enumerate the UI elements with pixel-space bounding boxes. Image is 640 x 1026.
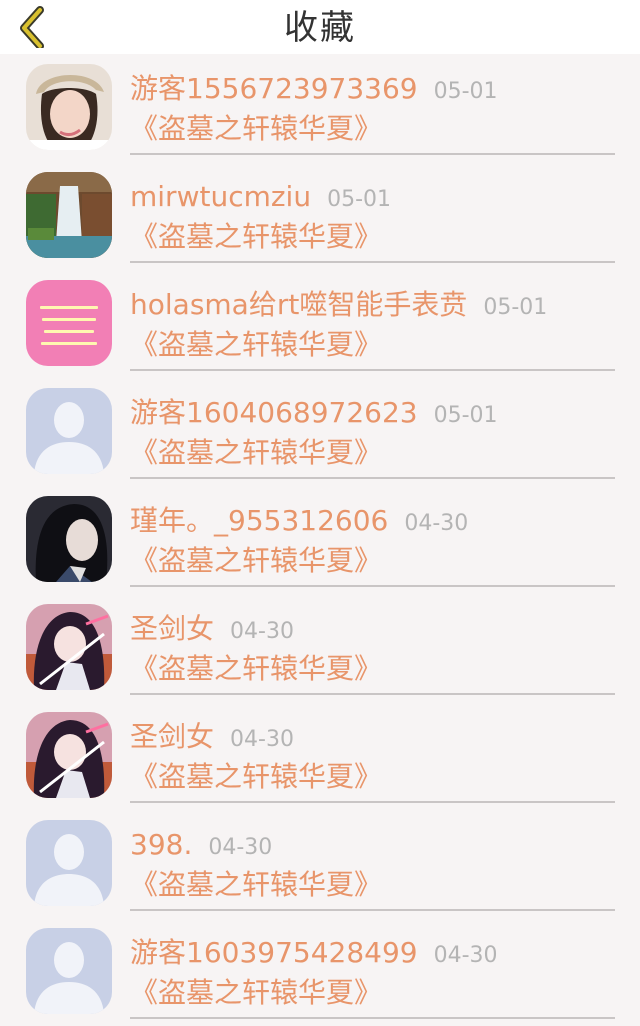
list-item[interactable]: 游客1603975428499 04-30 《盗墓之轩辕华夏》: [0, 918, 640, 1026]
username: 圣剑女: [130, 612, 215, 645]
item-header: 圣剑女 04-30: [130, 610, 294, 648]
date-label: 04-30: [230, 619, 294, 644]
divider: [130, 909, 615, 911]
username: 圣剑女: [130, 720, 215, 753]
username: 游客1603975428499: [130, 936, 418, 969]
date-label: 05-01: [433, 403, 498, 428]
book-title: 《盗墓之轩辕华夏》: [130, 760, 383, 793]
date-label: 05-01: [483, 295, 548, 320]
item-header: 圣剑女 04-30: [130, 718, 294, 756]
avatar-waterfall: [26, 172, 112, 258]
item-header: holasma给rt噬智能手表贲 05-01: [130, 286, 547, 324]
person-placeholder-icon: [26, 388, 112, 474]
book-title: 《盗墓之轩辕华夏》: [130, 220, 383, 253]
item-header: 398. 04-30: [130, 826, 272, 864]
avatar-anime-girl: [26, 604, 112, 690]
divider: [130, 693, 615, 695]
avatar-pink-text: [26, 280, 112, 366]
date-label: 04-30: [230, 727, 294, 752]
date-label: 04-30: [404, 511, 469, 536]
avatar-photo-girl: [26, 64, 112, 150]
divider: [130, 261, 615, 263]
divider: [130, 477, 615, 479]
book-title: 《盗墓之轩辕华夏》: [130, 868, 383, 901]
favorites-list: 游客1556723973369 05-01 《盗墓之轩辕华夏》 mirwtucmz…: [0, 54, 640, 1026]
book-title: 《盗墓之轩辕华夏》: [130, 328, 383, 361]
divider: [130, 1017, 615, 1019]
pink-quote-icon: [26, 280, 112, 366]
book-title: 《盗墓之轩辕华夏》: [130, 976, 383, 1009]
username: mirwtucmziu: [130, 180, 312, 213]
username: 398.: [130, 828, 193, 861]
list-item[interactable]: 瑾年。_955312606 04-30 《盗墓之轩辕华夏》: [0, 486, 640, 594]
anime-avatar-icon: [26, 604, 112, 690]
list-item[interactable]: 游客1604068972623 05-01 《盗墓之轩辕华夏》: [0, 378, 640, 486]
user-photo-icon: [26, 496, 112, 582]
divider: [130, 369, 615, 371]
item-header: 瑾年。_955312606 04-30: [130, 502, 468, 540]
list-item[interactable]: 圣剑女 04-30 《盗墓之轩辕华夏》: [0, 702, 640, 810]
avatar-dark-girl: [26, 496, 112, 582]
list-item[interactable]: 398. 04-30 《盗墓之轩辕华夏》: [0, 810, 640, 918]
waterfall-photo-icon: [26, 172, 112, 258]
header-bar: 收藏: [0, 0, 640, 54]
username: 瑾年。_955312606: [130, 504, 389, 537]
user-photo-icon: [26, 64, 112, 150]
anime-avatar-icon: [26, 712, 112, 798]
divider: [130, 585, 615, 587]
avatar-default-person: [26, 928, 112, 1014]
avatar-anime-girl: [26, 712, 112, 798]
avatar-default-person: [26, 388, 112, 474]
date-label: 05-01: [327, 187, 392, 212]
book-title: 《盗墓之轩辕华夏》: [130, 112, 383, 145]
divider: [130, 801, 615, 803]
username: 游客1604068972623: [130, 396, 418, 429]
list-item[interactable]: holasma给rt噬智能手表贲 05-01 《盗墓之轩辕华夏》: [0, 270, 640, 378]
item-header: mirwtucmziu 05-01: [130, 178, 391, 216]
username: 游客1556723973369: [130, 72, 418, 105]
page-title: 收藏: [284, 8, 356, 48]
username: holasma给rt噬智能手表贲: [130, 288, 468, 321]
date-label: 05-01: [433, 79, 498, 104]
person-placeholder-icon: [26, 928, 112, 1014]
list-item[interactable]: 游客1556723973369 05-01 《盗墓之轩辕华夏》: [0, 54, 640, 162]
avatar-default-person: [26, 820, 112, 906]
item-header: 游客1603975428499 04-30: [130, 934, 498, 972]
person-placeholder-icon: [26, 820, 112, 906]
date-label: 04-30: [433, 943, 498, 968]
book-title: 《盗墓之轩辕华夏》: [130, 436, 383, 469]
item-header: 游客1604068972623 05-01: [130, 394, 498, 432]
date-label: 04-30: [208, 835, 273, 860]
book-title: 《盗墓之轩辕华夏》: [130, 544, 383, 577]
item-header: 游客1556723973369 05-01: [130, 70, 498, 108]
list-item[interactable]: 圣剑女 04-30 《盗墓之轩辕华夏》: [0, 594, 640, 702]
list-item[interactable]: mirwtucmziu 05-01 《盗墓之轩辕华夏》: [0, 162, 640, 270]
divider: [130, 153, 615, 155]
book-title: 《盗墓之轩辕华夏》: [130, 652, 383, 685]
